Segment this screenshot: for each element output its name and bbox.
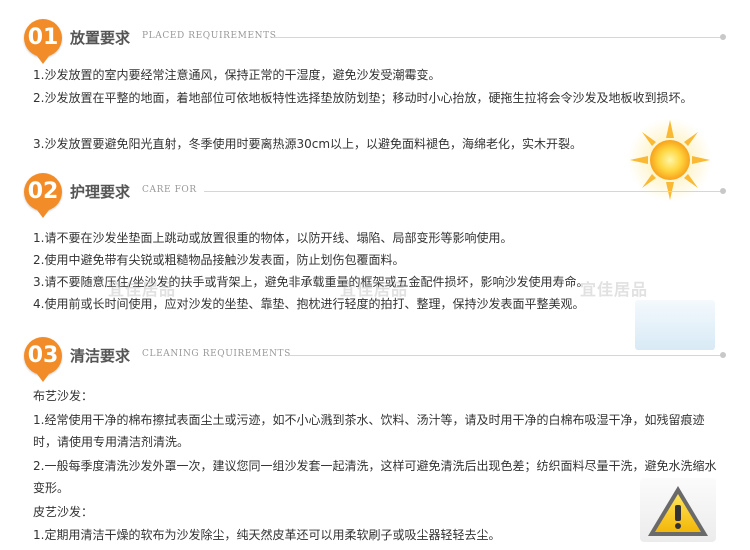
section-subtitle: PLACED REQUIREMENTS xyxy=(142,31,277,41)
divider-dot xyxy=(720,34,726,40)
divider-line xyxy=(289,355,724,356)
divider-line xyxy=(204,191,724,192)
placement-item-2: 2.沙发放置在平整的地面，着地部位可依地板特性选择垫放防划垫；移动时小心抬放，硬… xyxy=(33,91,693,105)
leather-sofa-heading: 皮艺沙发： xyxy=(33,505,94,519)
section-header-cleaning: 03 清洁要求 CLEANING REQUIREMENTS xyxy=(24,337,726,382)
section-number-badge: 01 xyxy=(24,19,62,64)
divider-line xyxy=(274,37,724,38)
section-title: 清洁要求 xyxy=(70,347,131,365)
section-subtitle: CARE FOR xyxy=(142,185,197,195)
placement-item-3: 3.沙发放置要避免阳光直射，冬季使用时要离热源30cm以上，以避免面料褪色，海绵… xyxy=(33,137,583,151)
section-subtitle: CLEANING REQUIREMENTS xyxy=(142,349,291,359)
leather-sofa-item-1: 1.定期用清洁干燥的软布为沙发除尘，纯天然皮革还可以用柔软刷子或吸尘器轻轻去尘。 xyxy=(33,528,501,542)
divider-dot xyxy=(720,188,726,194)
section-header-placement: 01 放置要求 PLACED REQUIREMENTS xyxy=(24,19,726,64)
warning-panel xyxy=(640,478,716,542)
fabric-sofa-item-1: 1.经常使用干净的棉布擦拭表面尘土或污迹，如不小心溅到茶水、饮料、汤汁等，请及时… xyxy=(33,413,705,449)
warning-icon xyxy=(648,486,708,536)
watermark: 宜佳居品 xyxy=(108,280,177,299)
divider-dot xyxy=(720,352,726,358)
watermark: 宜佳居品 xyxy=(340,280,409,299)
fabric-sofa-item-2: 2.一般每季度清洗沙发外罩一次，建议您同一组沙发套一起清洗，这样可避免清洗后出现… xyxy=(33,459,717,495)
placement-item-1: 1.沙发放置的室内要经常注意通风，保持正常的干湿度，避免沙发受潮霉变。 xyxy=(33,68,441,82)
fabric-sofa-heading: 布艺沙发： xyxy=(33,389,94,403)
section-number-badge: 02 xyxy=(24,173,62,218)
section-number-badge: 03 xyxy=(24,337,62,382)
care-item-2: 2.使用中避免带有尖锐或粗糙物品接触沙发表面，防止划伤包覆面料。 xyxy=(33,253,405,267)
watermark: 宜佳居品 xyxy=(580,280,649,299)
section-title: 护理要求 xyxy=(70,183,131,201)
section-header-care: 02 护理要求 CARE FOR xyxy=(24,173,726,218)
section-title: 放置要求 xyxy=(70,29,131,47)
care-item-1: 1.请不要在沙发坐垫面上跳动或放置很重的物体，以防开线、塌陷、局部变形等影响使用… xyxy=(33,231,513,245)
